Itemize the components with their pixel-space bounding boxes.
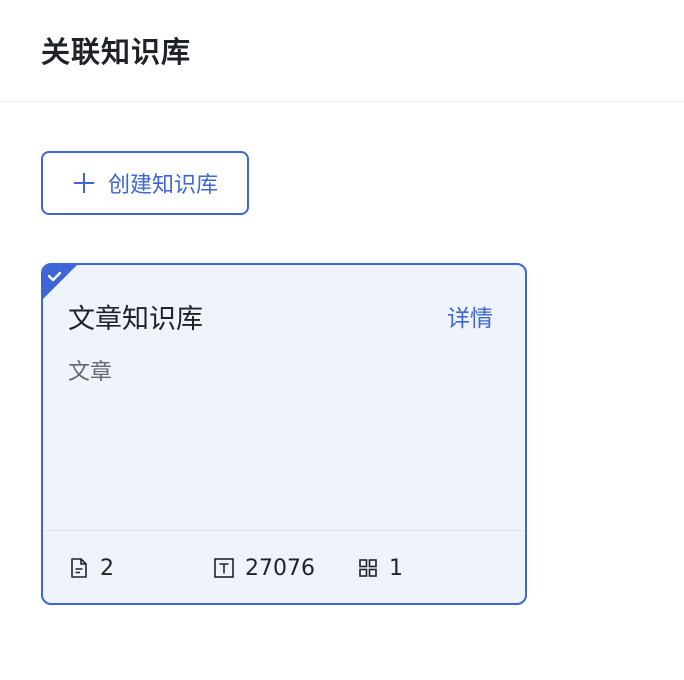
document-icon — [71, 558, 87, 578]
detail-link[interactable]: 详情 — [447, 299, 493, 333]
knowledge-base-card[interactable]: 文章知识库 详情 文章 2 27076 1 — [41, 263, 527, 605]
create-button-label: 创建知识库 — [107, 173, 218, 198]
stat-characters: 27076 — [213, 553, 315, 583]
page-title: 关联知识库 — [41, 35, 192, 69]
create-knowledge-base-button[interactable]: 创建知识库 — [41, 151, 249, 215]
stat-segments-value: 1 — [389, 555, 403, 581]
text-icon — [214, 558, 234, 578]
grid-icon — [359, 559, 377, 577]
stat-segments: 1 — [357, 553, 403, 583]
selected-check-icon — [43, 265, 77, 299]
stat-documents-value: 2 — [100, 555, 114, 581]
card-title: 文章知识库 — [68, 304, 203, 335]
stat-characters-value: 27076 — [245, 555, 315, 581]
plus-icon — [73, 173, 94, 193]
card-description: 文章 — [68, 360, 113, 385]
page-header: 关联知识库 — [0, 0, 684, 102]
stat-documents: 2 — [68, 553, 114, 583]
card-divider — [43, 530, 525, 531]
